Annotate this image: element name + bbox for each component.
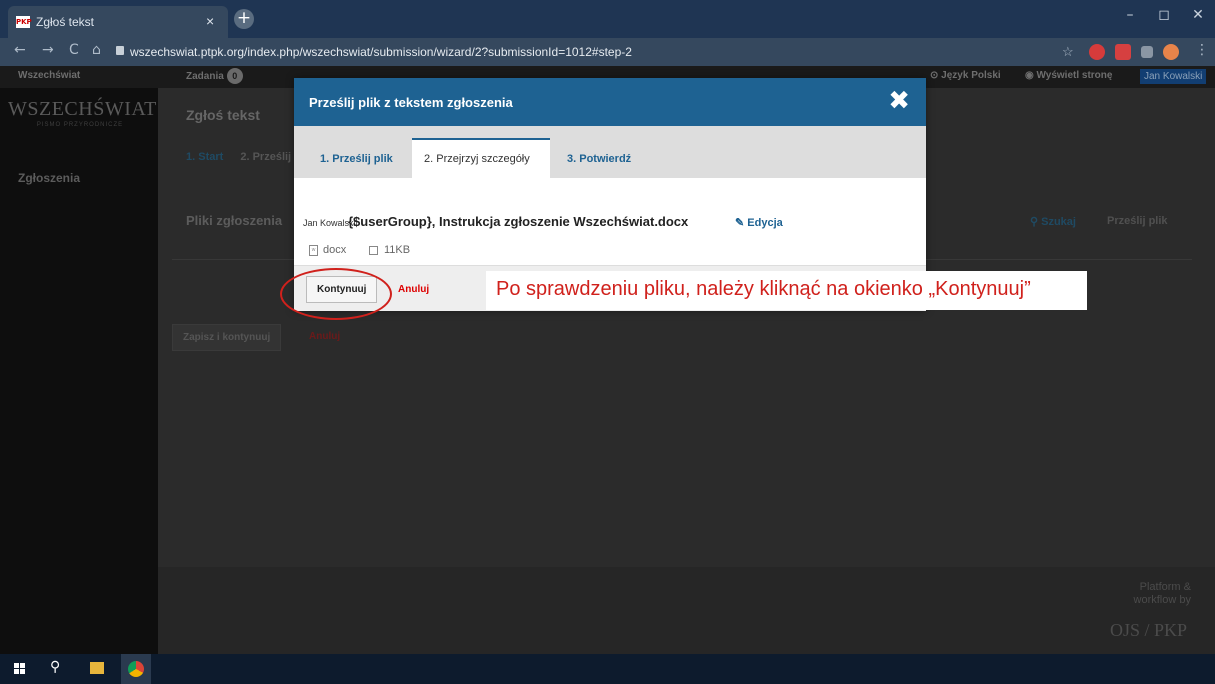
modal-title: Prześlij plik z tekstem zgłoszenia xyxy=(309,95,513,110)
page-title: Zgłoś tekst xyxy=(186,107,260,123)
wizard-tabs: 1. Start 2. Prześlij xyxy=(186,151,305,163)
file-name: {$userGroup}, Instrukcja zgłoszenie Wsze… xyxy=(348,214,689,229)
search-link[interactable]: ⚲ Szukaj xyxy=(1030,215,1076,228)
file-size: 11KB xyxy=(384,244,411,256)
close-window-button[interactable]: ✕ xyxy=(1181,0,1215,32)
journal-logo[interactable]: WSZECHŚWIAT xyxy=(8,98,157,121)
file-size-icon xyxy=(369,246,378,255)
tab-start[interactable]: 1. Start xyxy=(186,151,223,163)
tab-close-icon[interactable]: × xyxy=(206,13,214,29)
files-panel-title: Pliki zgłoszenia xyxy=(186,213,283,228)
cancel-link[interactable]: Anuluj xyxy=(309,331,340,342)
search-label: Szukaj xyxy=(1041,216,1076,228)
view-site-link[interactable]: ◉ Wyświetl stronę xyxy=(1025,70,1112,81)
tab-confirm[interactable]: 3. Potwierdź xyxy=(567,153,631,165)
journal-logo-subtitle: PISMO PRZYRODNICZE xyxy=(36,122,124,128)
tab-upload-file[interactable]: 1. Prześlij plik xyxy=(320,153,393,165)
upload-file-link[interactable]: Prześlij plik xyxy=(1107,215,1168,227)
edit-link[interactable]: ✎ Edycja xyxy=(735,216,783,229)
modal-tabs: 1. Prześlij plik 2. Przejrzyj szczegóły … xyxy=(294,126,926,178)
back-icon[interactable]: ← xyxy=(14,42,26,58)
file-type: docx xyxy=(323,244,347,256)
save-continue-button[interactable]: Zapisz i kontynuuj xyxy=(172,324,282,351)
chrome-icon[interactable] xyxy=(121,654,151,684)
taskbar: ⚲ xyxy=(0,654,1215,684)
forward-icon[interactable]: → xyxy=(42,42,54,58)
profile-avatar-icon[interactable] xyxy=(1163,44,1179,60)
sidebar: WSZECHŚWIAT PISMO PRZYRODNICZE Zgłoszeni… xyxy=(0,88,158,654)
user-menu[interactable]: Jan Kowalski xyxy=(1140,69,1207,84)
maximize-button[interactable]: ◻ xyxy=(1147,0,1181,32)
tab-upload[interactable]: 2. Prześlij xyxy=(240,151,291,163)
document-icon: w xyxy=(309,245,318,256)
edit-label: Edycja xyxy=(747,217,783,229)
view-site-label: Wyświetl stronę xyxy=(1036,70,1113,81)
lock-icon xyxy=(116,46,124,55)
reload-icon[interactable]: C xyxy=(69,42,79,58)
browser-menu-icon[interactable]: ⋮ xyxy=(1195,42,1209,58)
language-menu[interactable]: ⊙ Język Polski xyxy=(930,70,1001,81)
bookmark-star-icon[interactable]: ☆ xyxy=(1062,44,1074,60)
modal-header: Prześlij plik z tekstem zgłoszenia ✖ xyxy=(294,78,926,126)
footer-line-2: workflow by xyxy=(1133,594,1191,606)
new-tab-button[interactable]: + xyxy=(234,9,254,29)
tasks-label: Zadania xyxy=(186,71,224,82)
close-icon[interactable]: ✖ xyxy=(888,87,910,115)
search-icon[interactable]: ⚲ xyxy=(50,659,60,675)
tasks-count-badge: 0 xyxy=(226,68,243,84)
windows-start-icon[interactable] xyxy=(14,663,26,675)
file-explorer-icon[interactable] xyxy=(90,662,104,674)
language-label: Język Polski xyxy=(941,70,1001,81)
tab-title: Zgłoś tekst xyxy=(36,15,95,29)
tasks-menu[interactable]: Zadania 0 xyxy=(186,68,243,84)
home-icon[interactable]: ⌂ xyxy=(92,42,101,58)
browser-tab[interactable]: PKP Zgłoś tekst × xyxy=(8,6,228,38)
browser-tab-bar: PKP Zgłoś tekst × + – ◻ ✕ xyxy=(0,0,1215,38)
address-bar[interactable]: wszechswiat.ptpk.org/index.php/wszechswi… xyxy=(130,45,632,59)
minimize-button[interactable]: – xyxy=(1113,0,1147,32)
modal-cancel-link[interactable]: Anuluj xyxy=(398,284,429,295)
page-footer: Platform & workflow by OJS / PKP xyxy=(158,567,1215,654)
puzzle-extension-icon[interactable] xyxy=(1141,46,1153,58)
tab-review-details-label: 2. Przejrzyj szczegóły xyxy=(424,153,530,165)
footer-line-1: Platform & xyxy=(1139,581,1191,593)
pkp-favicon-icon: PKP xyxy=(16,16,32,28)
browser-toolbar: ← → C ⌂ wszechswiat.ptpk.org/index.php/w… xyxy=(0,38,1215,66)
footer-credit: Platform & workflow by xyxy=(1134,581,1191,607)
highlight-ellipse xyxy=(280,268,392,320)
extension-icon[interactable] xyxy=(1115,44,1131,60)
instruction-text: Po sprawdzeniu pliku, należy kliknąć na … xyxy=(496,278,1031,300)
ojs-pkp-logo[interactable]: OJS / PKP xyxy=(1110,620,1187,641)
instruction-callout: Po sprawdzeniu pliku, należy kliknąć na … xyxy=(486,271,1087,310)
window-controls: – ◻ ✕ xyxy=(1113,0,1215,32)
adblock-extension-icon[interactable] xyxy=(1089,44,1105,60)
sidebar-item-submissions[interactable]: Zgłoszenia xyxy=(18,171,80,185)
journal-name[interactable]: Wszechświat xyxy=(18,70,80,81)
